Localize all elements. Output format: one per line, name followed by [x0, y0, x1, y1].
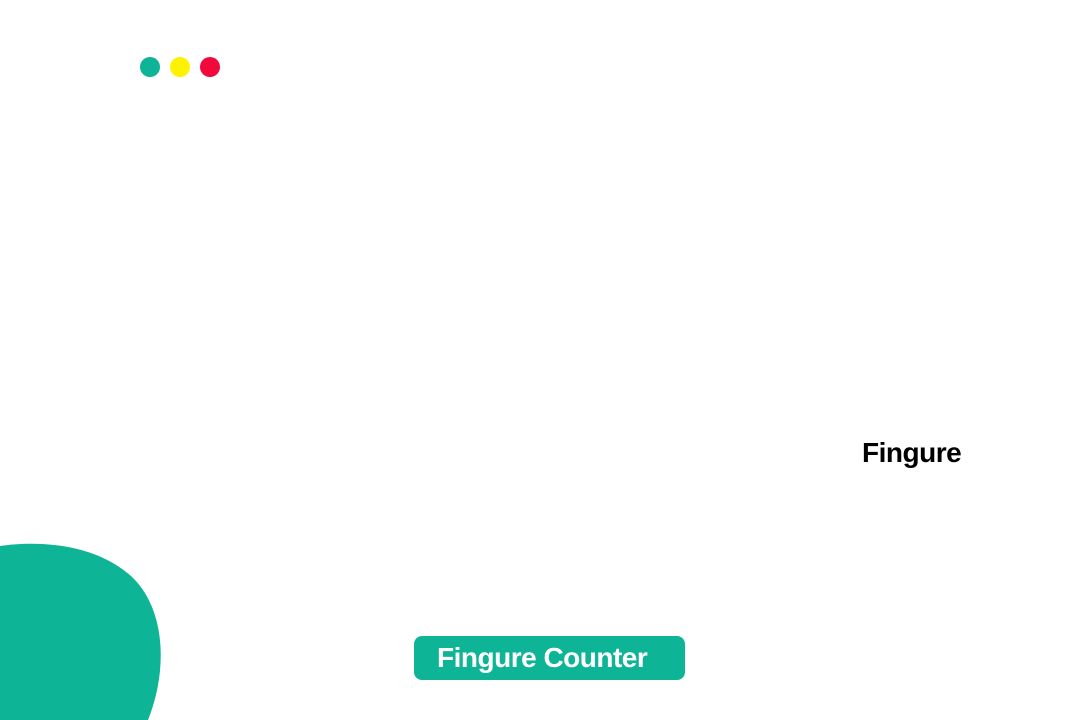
green-dot-icon — [140, 57, 160, 77]
fingure-counter-button[interactable]: Fingure Counter — [414, 636, 685, 680]
blob-shape — [0, 543, 161, 720]
yellow-dot-icon — [170, 57, 190, 77]
fingure-label: Fingure — [862, 437, 962, 468]
window-controls — [140, 57, 220, 77]
decorative-blob — [0, 543, 161, 720]
red-dot-icon — [200, 57, 220, 77]
